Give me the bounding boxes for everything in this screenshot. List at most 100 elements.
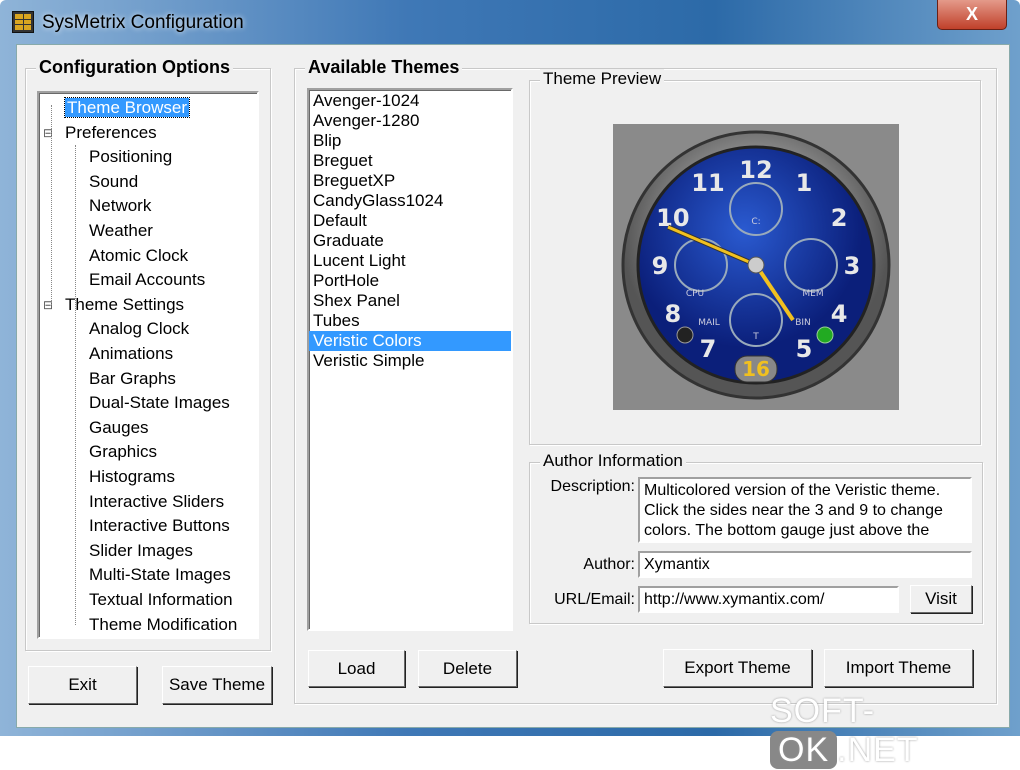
theme-list-item[interactable]: Tubes <box>309 311 511 331</box>
theme-list-item[interactable]: Shex Panel <box>309 291 511 311</box>
tree-item[interactable]: Histograms <box>89 466 175 488</box>
clock-number: 4 <box>831 300 848 328</box>
subdial-label: T <box>752 332 759 342</box>
subdial-label: C: <box>751 217 760 227</box>
tree-item-label: Email Accounts <box>89 270 206 290</box>
tree-item[interactable]: Theme Modification <box>89 614 237 636</box>
tree-item[interactable]: Dual-State Images <box>89 392 230 414</box>
theme-list-item[interactable]: Veristic Colors <box>309 331 511 351</box>
app-icon <box>12 11 34 33</box>
clock-number: 12 <box>739 156 772 184</box>
theme-list-item[interactable]: CandyGlass1024 <box>309 191 511 211</box>
tree-item[interactable]: Multi-State Images <box>89 564 231 586</box>
tree-item[interactable]: Textual Information <box>89 589 233 611</box>
export-theme-button[interactable]: Export Theme <box>663 649 812 687</box>
description-label: Description: <box>550 478 635 495</box>
date-display: 16 <box>742 357 770 381</box>
subdial-label: MAIL <box>698 318 720 328</box>
description-field[interactable]: Multicolored version of the Veristic the… <box>638 477 972 543</box>
theme-preview-group: Theme Preview 12 1 2 3 4 5 7 8 9 10 11 C: CPU MEM T MA… <box>529 69 981 445</box>
tree-item-label: Analog Clock <box>89 319 190 339</box>
group-title: Available Themes <box>305 57 463 78</box>
theme-list-item[interactable]: Avenger-1024 <box>309 91 511 111</box>
author-field[interactable]: Xymantix <box>638 551 972 578</box>
subdial-label: CPU <box>686 289 704 299</box>
tree-item[interactable]: Theme Browser <box>64 97 190 119</box>
group-title: Theme Preview <box>540 69 665 89</box>
theme-list-item[interactable]: PortHole <box>309 271 511 291</box>
clock-number: 11 <box>691 169 724 197</box>
tree-item[interactable]: Interactive Buttons <box>89 515 230 537</box>
tree-item-label: Theme Modification <box>89 614 238 634</box>
tree-item[interactable]: Email Accounts <box>89 269 205 291</box>
tree-item[interactable]: Interactive Sliders <box>89 491 224 513</box>
theme-list-item[interactable]: Graduate <box>309 231 511 251</box>
tree-item-label: Weather <box>89 221 153 240</box>
group-title: Author Information <box>540 451 686 471</box>
visit-button[interactable]: Visit <box>910 585 972 613</box>
tree-item[interactable]: ⊟ Theme Settings <box>43 294 185 316</box>
tree-item[interactable]: Positioning <box>89 146 172 168</box>
theme-list-item[interactable]: Veristic Simple <box>309 351 511 371</box>
watermark-logo: SOFT-OK .NET <box>770 692 919 769</box>
tree-item[interactable]: Slider Images <box>89 540 193 562</box>
clock-preview: 12 123457891011 C:CPU MEMTMAIL BIN 16 <box>621 130 891 400</box>
config-tree[interactable]: Theme Browser ⊟ Preferences Positioning Soun… <box>37 91 259 639</box>
tree-item-label: Bar Graphs <box>89 368 176 388</box>
themes-list[interactable]: Avenger-1024 Avenger-1280 Blip Breguet Bregu… <box>307 88 513 631</box>
load-button[interactable]: Load <box>308 650 405 687</box>
tree-item-label: Interactive Sliders <box>89 491 225 511</box>
theme-list-item[interactable]: Blip <box>309 131 511 151</box>
theme-list-item[interactable]: Lucent Light <box>309 251 511 271</box>
tree-item-label: Graphics <box>89 442 158 462</box>
tree-item-label: Preferences <box>65 122 157 142</box>
theme-list-item[interactable]: BreguetXP <box>309 171 511 191</box>
clock-number: 8 <box>665 300 682 328</box>
theme-list-item[interactable]: Default <box>309 211 511 231</box>
tree-item[interactable]: Bar Graphs <box>89 368 176 390</box>
tree-item-label: Dual-State Images <box>89 393 230 413</box>
clock-number: 7 <box>700 335 717 363</box>
clock-number: 5 <box>796 335 813 363</box>
tree-item-label: Interactive Buttons <box>89 516 230 536</box>
tree-item-label: Histograms <box>89 467 175 486</box>
subdial-label: BIN <box>795 318 811 328</box>
tree-item[interactable]: Analog Clock <box>89 318 189 340</box>
tree-item-label: Slider Images <box>89 540 193 560</box>
url-label: URL/Email: <box>554 591 635 608</box>
theme-list-item[interactable]: Breguet <box>309 151 511 171</box>
group-title: Configuration Options <box>36 57 233 78</box>
tree-item-label: Sound <box>89 171 139 191</box>
tree-item-label: Theme Settings <box>65 294 185 314</box>
close-button[interactable]: X <box>937 0 1007 30</box>
tree-item-label: Atomic Clock <box>89 245 189 265</box>
tree-item[interactable]: Animations <box>89 343 173 365</box>
save-theme-button[interactable]: Save Theme <box>162 666 272 704</box>
import-theme-button[interactable]: Import Theme <box>824 649 973 687</box>
tree-item[interactable]: Sound <box>89 171 138 193</box>
url-field[interactable]: http://www.xymantix.com/ <box>638 586 899 613</box>
tree-item-label: Gauges <box>89 417 149 437</box>
theme-list-item[interactable]: Avenger-1280 <box>309 111 511 131</box>
tree-item[interactable]: Gauges <box>89 417 149 439</box>
tree-line <box>75 145 76 625</box>
window-frame: SysMetrix Configuration X Configuration … <box>0 0 1020 736</box>
delete-button[interactable]: Delete <box>418 650 517 687</box>
clock-number: 9 <box>652 252 669 280</box>
tree-item[interactable]: Weather <box>89 220 153 242</box>
tree-line <box>51 105 52 305</box>
tree-item[interactable]: ⊟ Preferences <box>43 122 157 144</box>
tree-item-label: Theme Browser <box>64 97 190 118</box>
client-area: Configuration Options Theme Browser ⊟ Pref… <box>16 44 1010 728</box>
clock-number: 3 <box>844 252 861 280</box>
author-label: Author: <box>583 556 635 573</box>
tree-item-label: Positioning <box>89 147 173 167</box>
tree-item-label: Textual Information <box>89 590 233 609</box>
tree-item[interactable]: Atomic Clock <box>89 245 188 267</box>
clock-number: 2 <box>831 204 848 232</box>
window-title: SysMetrix Configuration <box>42 12 244 33</box>
tree-item[interactable]: Network <box>89 195 151 217</box>
exit-button[interactable]: Exit <box>28 666 137 704</box>
tree-item-label: Network <box>89 196 152 216</box>
tree-item[interactable]: Graphics <box>89 441 157 463</box>
